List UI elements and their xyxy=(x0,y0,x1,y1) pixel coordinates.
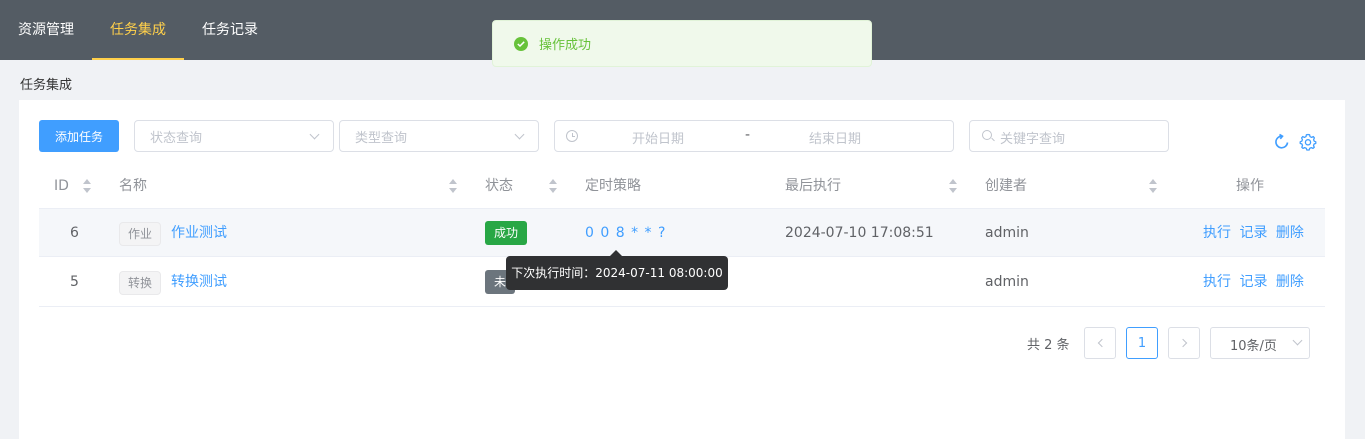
chevron-right-icon xyxy=(1178,338,1187,348)
column-header-id[interactable]: ID xyxy=(54,163,69,209)
nav-item-task-integration[interactable]: 任务集成 xyxy=(92,0,184,60)
cell-id: 5 xyxy=(70,274,79,290)
chevron-down-icon xyxy=(1292,335,1303,346)
date-separator: - xyxy=(745,127,751,143)
chevron-down-icon xyxy=(309,129,320,139)
type-filter-select[interactable]: 类型查询 xyxy=(339,120,539,152)
type-tag: 作业 xyxy=(119,222,162,246)
chevron-left-icon xyxy=(1097,338,1106,348)
keyword-search-placeholder: 关键字查询 xyxy=(1000,132,1066,147)
add-task-button[interactable]: 添加任务 xyxy=(39,120,119,152)
gear-icon[interactable] xyxy=(1299,133,1317,151)
task-records-link[interactable]: 记录 xyxy=(1239,274,1267,290)
toast-message: 操作成功 xyxy=(539,38,592,53)
column-header-status[interactable]: 状态 xyxy=(485,163,513,209)
start-date-input[interactable]: 开始日期 xyxy=(632,128,684,147)
status-filter-placeholder: 状态查询 xyxy=(150,130,203,146)
end-date-input[interactable]: 结束日期 xyxy=(809,128,861,147)
table-header: ID 名称 状态 定时策略 最后执行 创建者 操作 xyxy=(39,163,1325,209)
schedule-cron-link[interactable]: 0 0 8 * * ? xyxy=(585,209,666,257)
sort-icon[interactable] xyxy=(1149,179,1157,193)
breadcrumb: 任务集成 xyxy=(20,78,73,93)
cell-last-run: 2024-07-10 17:08:51 xyxy=(785,225,934,241)
status-filter-select[interactable]: 状态查询 xyxy=(134,120,334,152)
cell-creator: admin xyxy=(985,225,1029,241)
sort-icon[interactable] xyxy=(949,179,957,193)
cell-id: 6 xyxy=(70,225,79,241)
chevron-down-icon xyxy=(514,129,525,139)
table-row[interactable]: 6 作业 作业测试 成功 0 0 8 * * ? 2024-07-10 17:0… xyxy=(39,208,1325,257)
delete-task-link[interactable]: 删除 xyxy=(1276,225,1304,241)
check-circle-icon xyxy=(514,36,528,51)
column-header-actions: 操作 xyxy=(1236,178,1264,194)
status-badge: 成功 xyxy=(485,221,528,245)
column-header-schedule: 定时策略 xyxy=(585,178,641,194)
page-size-value: 10条/页 xyxy=(1230,339,1277,354)
sort-icon[interactable] xyxy=(449,179,457,193)
task-name-link[interactable]: 作业测试 xyxy=(171,209,227,257)
type-tag: 转换 xyxy=(119,271,162,295)
date-range-picker[interactable]: 开始日期 - 结束日期 xyxy=(554,120,954,152)
success-toast: 操作成功 xyxy=(492,20,872,67)
column-header-last-run[interactable]: 最后执行 xyxy=(785,163,841,209)
column-header-name[interactable]: 名称 xyxy=(119,163,147,209)
refresh-icon[interactable] xyxy=(1273,133,1291,151)
delete-task-link[interactable]: 删除 xyxy=(1276,274,1304,290)
column-header-creator[interactable]: 创建者 xyxy=(985,163,1027,209)
page-number-button[interactable]: 1 xyxy=(1126,327,1158,359)
next-run-tooltip: 下次执行时间：2024-07-11 08:00:00 xyxy=(506,250,728,290)
clock-icon xyxy=(566,130,578,142)
prev-page-button[interactable] xyxy=(1084,327,1116,359)
sort-icon[interactable] xyxy=(549,179,557,193)
cell-creator: admin xyxy=(985,274,1029,290)
nav-item-task-records[interactable]: 任务记录 xyxy=(184,0,276,60)
run-task-link[interactable]: 执行 xyxy=(1203,225,1231,241)
keyword-search-input[interactable]: 关键字查询 xyxy=(969,120,1169,152)
next-page-button[interactable] xyxy=(1168,327,1200,359)
search-icon xyxy=(982,130,992,140)
run-task-link[interactable]: 执行 xyxy=(1203,274,1231,290)
nav-item-resource-management[interactable]: 资源管理 xyxy=(0,0,92,60)
page-size-select[interactable]: 10条/页 xyxy=(1210,327,1310,359)
task-name-link[interactable]: 转换测试 xyxy=(171,258,227,306)
task-records-link[interactable]: 记录 xyxy=(1239,225,1267,241)
type-filter-placeholder: 类型查询 xyxy=(355,130,408,146)
pagination-total: 共 2 条 xyxy=(1027,338,1070,353)
sort-icon[interactable] xyxy=(83,179,91,193)
